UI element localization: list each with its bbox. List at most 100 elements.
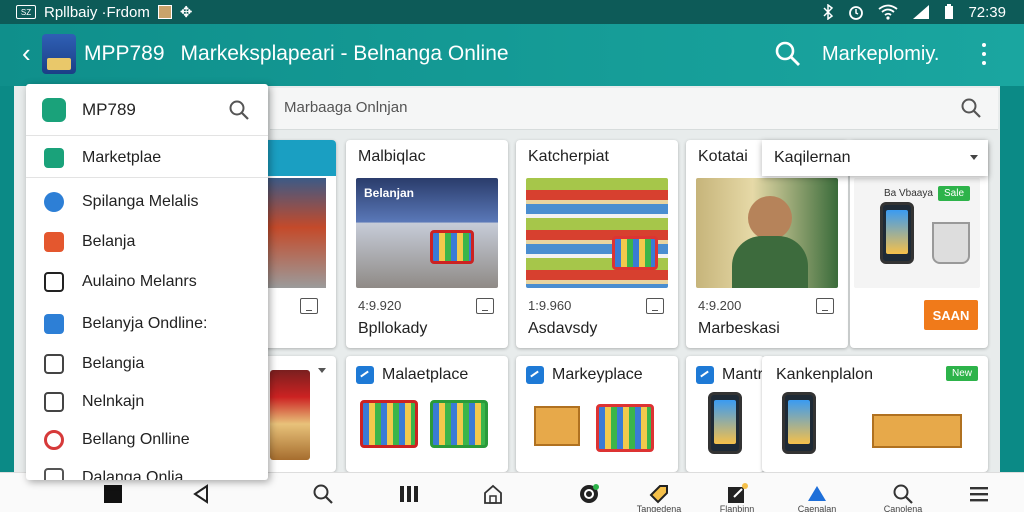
status-bar: SZ Rpllbaiy ·Frdom ✥ 72:39	[0, 0, 1024, 24]
search-icon[interactable]	[774, 40, 802, 68]
home-icon[interactable]	[482, 483, 504, 505]
marketplace-link[interactable]: Markeplomiy.	[822, 43, 939, 66]
product-price: 4:9.200	[698, 298, 742, 313]
edit-icon[interactable]	[726, 483, 748, 505]
edit-icon	[356, 366, 374, 384]
drawer-item[interactable]: Spilanga Melalis	[26, 182, 268, 222]
bookmark-icon[interactable]	[476, 298, 494, 314]
product-image: Sale Ba Vbaaya	[854, 178, 980, 288]
product-card[interactable]: Mantra	[686, 356, 764, 472]
phone-image	[708, 392, 742, 454]
card-title: Mantra	[722, 366, 764, 383]
drawer-title: MP789	[82, 100, 136, 119]
search-icon[interactable]	[312, 483, 334, 505]
menu-icon[interactable]	[968, 483, 990, 505]
drawer-item-marketplace[interactable]: Marketplae	[26, 138, 268, 178]
shopping-cart-image	[360, 400, 418, 448]
search-icon[interactable]	[960, 97, 982, 119]
image-thumbnail-icon	[157, 5, 172, 19]
drawer-item-label: Belanja	[82, 233, 136, 250]
grid-list-icon	[44, 272, 64, 292]
more-options-icon[interactable]	[976, 40, 992, 68]
search-circle-icon	[44, 192, 64, 212]
product-card[interactable]: Malaetplace	[346, 356, 508, 472]
card-title: Malbiqlac	[358, 148, 426, 165]
nav-label: Caenalan	[797, 504, 837, 512]
image-overlay-text: Belanjan	[364, 186, 415, 200]
tag-icon[interactable]	[648, 483, 670, 505]
clock-time: 72:39	[968, 3, 1006, 21]
phone-image	[782, 392, 816, 454]
drawer-item[interactable]: Belangia	[26, 344, 268, 384]
shopping-cart-image	[430, 400, 488, 448]
status-app-name: Rpllbaiy ·Frdom	[44, 3, 150, 21]
card-title: Katcherpiat	[528, 148, 609, 165]
phone-image	[880, 202, 914, 264]
drawer-item-label: Belangia	[82, 355, 145, 372]
bookmark-icon[interactable]	[816, 298, 834, 314]
chevron-down-icon	[970, 155, 978, 160]
drawer-item[interactable]: Bellang Onlline	[26, 420, 268, 460]
product-image	[270, 370, 310, 460]
drawer-item[interactable]: Aulaino Melanrs	[26, 262, 268, 302]
orders-icon[interactable]	[578, 483, 600, 505]
dropdown-label: Kaqilernan	[774, 149, 851, 166]
search-placeholder: Marbaaga Onlnjan	[284, 99, 408, 116]
search-bar[interactable]: Marbaaga Onlnjan	[270, 88, 998, 130]
product-card[interactable]: Markeyplace	[516, 356, 678, 472]
shopping-cart-image	[430, 230, 474, 264]
stop-square-icon[interactable]	[104, 485, 122, 503]
box-image	[534, 406, 580, 446]
product-price: 4:9.920	[358, 298, 402, 313]
back-button[interactable]: ‹	[22, 38, 31, 68]
signal-icon	[913, 5, 930, 19]
person-body	[732, 236, 808, 288]
product-card[interactable]: Kankenplalon New	[762, 356, 988, 472]
scan-button[interactable]: SAAN	[924, 300, 978, 330]
search-icon[interactable]	[228, 99, 250, 121]
product-name: Asdavsdy	[528, 320, 598, 337]
drawer-item[interactable]: Nelnkajn	[26, 382, 268, 422]
product-image	[526, 178, 668, 288]
product-card[interactable]: Katcherpiat 1:9.960 Asdavsdy	[516, 140, 678, 348]
bookmark-icon[interactable]	[300, 298, 318, 314]
drawer-item-label: Aulaino Melanrs	[82, 273, 197, 290]
app-bar: ‹ MPP789 Markeksplapeari - Belnanga Onlin…	[0, 24, 1024, 86]
shopping-bag-icon	[44, 354, 64, 374]
edit-icon	[526, 366, 544, 384]
shopping-cart-image	[596, 404, 654, 452]
chat-icon	[44, 314, 64, 334]
card-title: Markeyplace	[552, 366, 643, 383]
shopping-tag-icon	[44, 232, 64, 252]
person-image	[748, 196, 792, 240]
drawer-item[interactable]: Belanyja Ondline:	[26, 304, 268, 344]
recents-icon[interactable]	[398, 483, 420, 505]
shopping-cart-image	[612, 236, 658, 270]
bookmark-icon[interactable]	[646, 298, 664, 314]
drawer-item-label: Belanyja Ondline:	[82, 315, 208, 332]
chevron-down-icon[interactable]	[318, 368, 326, 373]
edit-icon	[696, 366, 714, 384]
drawer-item[interactable]: Dalanga Onlia	[26, 458, 268, 480]
notification-badge-icon: SZ	[16, 5, 36, 19]
product-price: 1:9.960	[528, 298, 572, 313]
app-logo-icon	[42, 98, 66, 122]
product-name: Bpllokady	[358, 320, 428, 337]
drawer-item[interactable]: Belanja	[26, 222, 268, 262]
account-icon[interactable]	[806, 483, 828, 505]
battery-icon	[945, 4, 954, 19]
drawer-item-label: Bellang Onlline	[82, 431, 190, 448]
product-name: Marbeskasi	[698, 320, 780, 337]
app-title-text: Markeksplapeari - Belnanga Online	[180, 42, 509, 65]
drawer-item-label: Marketplae	[82, 149, 162, 166]
product-image	[696, 178, 838, 288]
product-card[interactable]: Malbiqlac Belanjan 4:9.920 Bpllokady	[346, 140, 508, 348]
basket-image	[932, 222, 970, 264]
box-image	[872, 414, 962, 448]
search-icon[interactable]	[892, 483, 914, 505]
card-title: Kotatai	[698, 148, 748, 165]
nav-label: Flanbinn	[719, 504, 755, 512]
category-dropdown[interactable]: Kaqilernan	[762, 140, 988, 176]
app-code: MPP789	[84, 42, 165, 65]
back-triangle-icon[interactable]	[190, 483, 212, 505]
